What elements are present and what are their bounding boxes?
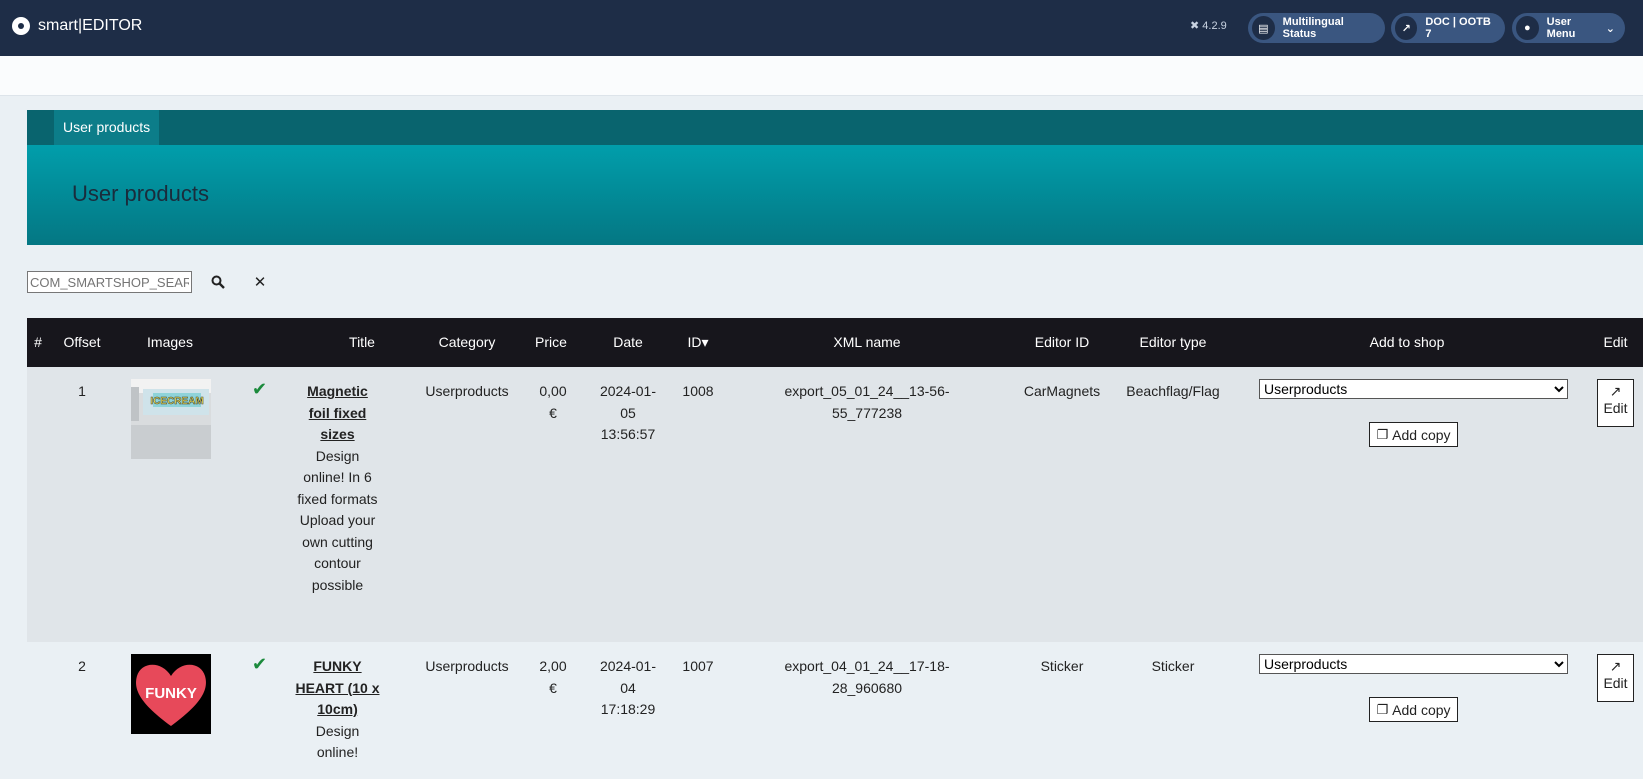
page-header: User products	[27, 145, 1643, 245]
page-title: User products	[72, 181, 209, 206]
product-description: Design online! In 6 fixed formats Upload…	[297, 447, 378, 593]
product-image[interactable]: ICECREAM	[131, 379, 211, 459]
row-id: 1007	[682, 658, 714, 674]
col-images: Images	[147, 334, 193, 350]
add-to-shop-select[interactable]: Userproducts	[1259, 379, 1568, 399]
app-title: smart|EDITOR	[38, 17, 143, 34]
add-copy-button[interactable]: ❐ Add copy	[1369, 422, 1458, 447]
product-title-cell: FUNKY HEART (10 x 10cm) Design online!	[295, 656, 380, 764]
tab-user-products[interactable]: User products	[54, 110, 160, 145]
language-icon: ▤	[1252, 16, 1275, 40]
row-editor-type: Beachflag/Flag	[1126, 383, 1220, 399]
add-copy-button[interactable]: ❐ Add copy	[1369, 697, 1458, 722]
col-price: Price	[535, 334, 567, 350]
product-title-cell: Magnetic foil fixed sizes Design online!…	[295, 381, 380, 596]
col-xml-name: XML name	[833, 334, 901, 350]
row-category: Userproducts	[425, 383, 509, 399]
products-table: # Offset Images Title Category Price Dat…	[27, 318, 1643, 779]
product-description: Design online!	[315, 722, 360, 761]
search-icon	[211, 275, 225, 289]
published-check-icon[interactable]: ✔	[252, 379, 267, 400]
svg-text:FUNKY: FUNKY	[145, 685, 197, 702]
toolbar	[0, 56, 1643, 96]
doc-link-button[interactable]: ↗ DOC | OOTB 7	[1391, 13, 1505, 43]
product-thumbnail: ICECREAM	[131, 379, 211, 459]
copy-icon: ❐	[1376, 701, 1389, 717]
user-icon: ●	[1516, 16, 1539, 40]
row-id: 1008	[682, 383, 714, 399]
copy-icon: ❐	[1376, 426, 1389, 442]
multilingual-status-button[interactable]: ▤ Multilingual Status	[1248, 13, 1385, 43]
table-row: 1 ICECREAM ✔ Magnetic foil fixed sizes D…	[27, 367, 1643, 642]
col-offset: Offset	[63, 334, 101, 350]
search-button[interactable]	[206, 270, 230, 294]
brand[interactable]: smart|EDITOR	[12, 17, 142, 35]
col-edit: Edit	[1603, 334, 1628, 350]
add-to-shop-select[interactable]: Userproducts	[1259, 654, 1568, 674]
top-bar: smart|EDITOR ✖ 4.2.9 ▤ Multilingual Stat…	[0, 0, 1643, 56]
row-editor-type: Sticker	[1151, 658, 1195, 674]
row-date: 2024-01-05 13:56:57	[599, 383, 657, 442]
published-check-icon[interactable]: ✔	[252, 654, 267, 675]
col-date: Date	[613, 334, 643, 350]
edit-button[interactable]: ↗ Edit	[1597, 654, 1634, 702]
row-category: Userproducts	[425, 658, 509, 674]
row-price: 2,00 €	[539, 658, 567, 696]
table-row: 2 FUNKY ✔ FUNKY HEART (10 x 10cm) Design…	[27, 642, 1643, 779]
search-input[interactable]	[27, 271, 192, 293]
col-editor-type: Editor type	[1139, 334, 1207, 350]
product-title-link[interactable]: FUNKY HEART (10 x 10cm)	[295, 656, 380, 721]
row-date: 2024-01-04 17:18:29	[599, 658, 657, 717]
col-id-sort[interactable]: ID▾	[678, 318, 718, 367]
row-xml-name: export_05_01_24__13-56-55_777238	[784, 383, 950, 421]
table-header: # Offset Images Title Category Price Dat…	[27, 318, 1643, 367]
row-price: 0,00 €	[539, 383, 567, 421]
row-xml-name: export_04_01_24__17-18-28_960680	[784, 658, 950, 696]
row-editor-id: CarMagnets	[1023, 383, 1101, 399]
external-link-icon: ↗	[1395, 16, 1418, 40]
joomla-icon: ✖	[1190, 20, 1200, 32]
edit-button[interactable]: ↗ Edit	[1597, 379, 1634, 427]
col-add-to-shop: Add to shop	[1369, 334, 1445, 350]
col-title: Title	[349, 334, 375, 350]
row-offset: 1	[78, 383, 86, 399]
external-edit-icon: ↗	[1609, 383, 1622, 399]
version-label: ✖ 4.2.9	[1190, 20, 1227, 32]
brand-logo-icon	[12, 17, 30, 35]
product-thumbnail: FUNKY	[131, 654, 211, 734]
external-edit-icon: ↗	[1609, 658, 1622, 674]
user-menu-button[interactable]: ● User Menu ⌄	[1512, 13, 1625, 43]
col-category: Category	[438, 334, 496, 350]
row-offset: 2	[78, 658, 86, 674]
product-title-link[interactable]: Magnetic foil fixed sizes	[295, 381, 380, 446]
col-editor-id: Editor ID	[1034, 334, 1090, 350]
chevron-down-icon: ⌄	[1605, 22, 1615, 35]
col-number: #	[34, 334, 42, 350]
row-editor-id: Sticker	[1040, 658, 1084, 674]
clear-search-button[interactable]: ✕	[248, 270, 272, 294]
close-icon: ✕	[253, 274, 267, 291]
tab-strip: User products	[27, 110, 1643, 145]
product-image[interactable]: FUNKY	[131, 654, 211, 734]
svg-text:ICECREAM: ICECREAM	[150, 396, 203, 407]
